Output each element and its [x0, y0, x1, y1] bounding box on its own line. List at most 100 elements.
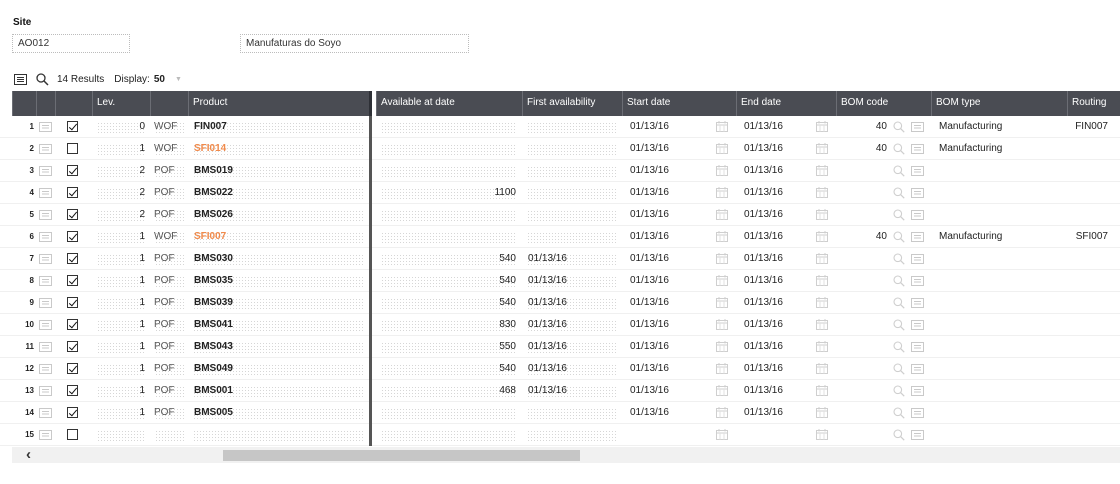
- available-cell[interactable]: [376, 402, 522, 424]
- header-bom-type[interactable]: BOM type: [931, 91, 1067, 116]
- scrollbar-thumb[interactable]: [223, 450, 580, 461]
- calendar-icon[interactable]: [714, 116, 736, 138]
- lev-cell[interactable]: 1: [92, 314, 150, 336]
- table-row[interactable]: 5 2 POF BMS026 01/13/16 01/13/16: [0, 204, 1120, 226]
- bom-type-cell[interactable]: Manufacturing: [931, 116, 1067, 138]
- end-date-cell[interactable]: 01/13/16: [736, 292, 814, 314]
- calendar-icon[interactable]: [714, 380, 736, 402]
- start-date-cell[interactable]: 01/13/16: [622, 270, 714, 292]
- calendar-icon[interactable]: [814, 424, 836, 446]
- available-cell[interactable]: [376, 424, 522, 446]
- routing-cell[interactable]: FIN007: [1067, 116, 1120, 138]
- selection-list-icon[interactable]: [909, 138, 931, 160]
- calendar-icon[interactable]: [814, 204, 836, 226]
- zoom-icon[interactable]: [891, 226, 909, 248]
- row-select-checkbox[interactable]: [55, 424, 92, 446]
- calendar-icon[interactable]: [814, 358, 836, 380]
- row-detail-icon[interactable]: [36, 116, 55, 138]
- bom-code-cell[interactable]: 40: [836, 116, 891, 138]
- selection-list-icon[interactable]: [909, 116, 931, 138]
- calendar-icon[interactable]: [714, 402, 736, 424]
- lev-cell[interactable]: 1: [92, 402, 150, 424]
- calendar-icon[interactable]: [714, 182, 736, 204]
- routing-cell[interactable]: [1067, 380, 1120, 402]
- end-date-cell[interactable]: 01/13/16: [736, 182, 814, 204]
- bom-code-cell[interactable]: [836, 204, 891, 226]
- routing-cell[interactable]: [1067, 336, 1120, 358]
- start-date-cell[interactable]: 01/13/16: [622, 204, 714, 226]
- table-row[interactable]: 7 1 POF BMS030 540 01/13/16 01/13/16 01/13/16: [0, 248, 1120, 270]
- zoom-icon[interactable]: [891, 358, 909, 380]
- bom-code-cell[interactable]: [836, 424, 891, 446]
- selection-list-icon[interactable]: [909, 270, 931, 292]
- bom-type-cell[interactable]: [931, 314, 1067, 336]
- available-cell[interactable]: [376, 116, 522, 138]
- lev-cell[interactable]: 2: [92, 204, 150, 226]
- selection-list-icon[interactable]: [909, 358, 931, 380]
- product-cell[interactable]: BMS019: [188, 160, 369, 182]
- selection-list-icon[interactable]: [909, 160, 931, 182]
- first-availability-cell[interactable]: 01/13/16: [522, 248, 622, 270]
- bom-code-cell[interactable]: [836, 292, 891, 314]
- calendar-icon[interactable]: [814, 314, 836, 336]
- calendar-icon[interactable]: [714, 226, 736, 248]
- selection-list-icon[interactable]: [909, 182, 931, 204]
- lev-cell[interactable]: 1: [92, 358, 150, 380]
- source-cell[interactable]: POF: [150, 358, 188, 380]
- chevron-down-icon[interactable]: ▼: [175, 76, 182, 83]
- source-cell[interactable]: [150, 424, 188, 446]
- header-routing[interactable]: Routing: [1067, 91, 1120, 116]
- source-cell[interactable]: POF: [150, 160, 188, 182]
- product-cell[interactable]: BMS030: [188, 248, 369, 270]
- selection-list-icon[interactable]: [909, 402, 931, 424]
- lev-cell[interactable]: 1: [92, 380, 150, 402]
- selection-list-icon[interactable]: [909, 292, 931, 314]
- row-detail-icon[interactable]: [36, 358, 55, 380]
- routing-cell[interactable]: [1067, 358, 1120, 380]
- start-date-cell[interactable]: 01/13/16: [622, 402, 714, 424]
- row-detail-icon[interactable]: [36, 138, 55, 160]
- end-date-cell[interactable]: 01/13/16: [736, 380, 814, 402]
- header-first-availability[interactable]: First availability: [522, 91, 622, 116]
- calendar-icon[interactable]: [814, 336, 836, 358]
- source-cell[interactable]: POF: [150, 248, 188, 270]
- calendar-icon[interactable]: [814, 226, 836, 248]
- calendar-icon[interactable]: [814, 380, 836, 402]
- calendar-icon[interactable]: [714, 424, 736, 446]
- header-lev[interactable]: Lev.: [92, 91, 150, 116]
- start-date-cell[interactable]: 01/13/16: [622, 314, 714, 336]
- bom-code-cell[interactable]: [836, 248, 891, 270]
- search-icon[interactable]: [35, 72, 49, 86]
- source-cell[interactable]: POF: [150, 380, 188, 402]
- source-cell[interactable]: POF: [150, 292, 188, 314]
- first-availability-cell[interactable]: [522, 138, 622, 160]
- row-select-checkbox[interactable]: [55, 226, 92, 248]
- available-cell[interactable]: [376, 160, 522, 182]
- source-cell[interactable]: WOF: [150, 116, 188, 138]
- bom-type-cell[interactable]: [931, 248, 1067, 270]
- product-cell[interactable]: BMS022: [188, 182, 369, 204]
- source-cell[interactable]: POF: [150, 336, 188, 358]
- bom-type-cell[interactable]: [931, 160, 1067, 182]
- product-cell[interactable]: BMS049: [188, 358, 369, 380]
- row-select-checkbox[interactable]: [55, 402, 92, 424]
- first-availability-cell[interactable]: [522, 402, 622, 424]
- product-cell[interactable]: BMS005: [188, 402, 369, 424]
- zoom-icon[interactable]: [891, 182, 909, 204]
- routing-cell[interactable]: [1067, 160, 1120, 182]
- first-availability-cell[interactable]: [522, 226, 622, 248]
- lev-cell[interactable]: 2: [92, 160, 150, 182]
- start-date-cell[interactable]: 01/13/16: [622, 182, 714, 204]
- source-cell[interactable]: WOF: [150, 138, 188, 160]
- first-availability-cell[interactable]: 01/13/16: [522, 292, 622, 314]
- source-cell[interactable]: POF: [150, 270, 188, 292]
- calendar-icon[interactable]: [714, 358, 736, 380]
- available-cell[interactable]: 540: [376, 292, 522, 314]
- bom-type-cell[interactable]: [931, 380, 1067, 402]
- table-row[interactable]: 11 1 POF BMS043 550 01/13/16 01/13/16 01/13/16: [0, 336, 1120, 358]
- zoom-icon[interactable]: [891, 270, 909, 292]
- start-date-cell[interactable]: 01/13/16: [622, 358, 714, 380]
- row-detail-icon[interactable]: [36, 248, 55, 270]
- calendar-icon[interactable]: [814, 160, 836, 182]
- end-date-cell[interactable]: 01/13/16: [736, 336, 814, 358]
